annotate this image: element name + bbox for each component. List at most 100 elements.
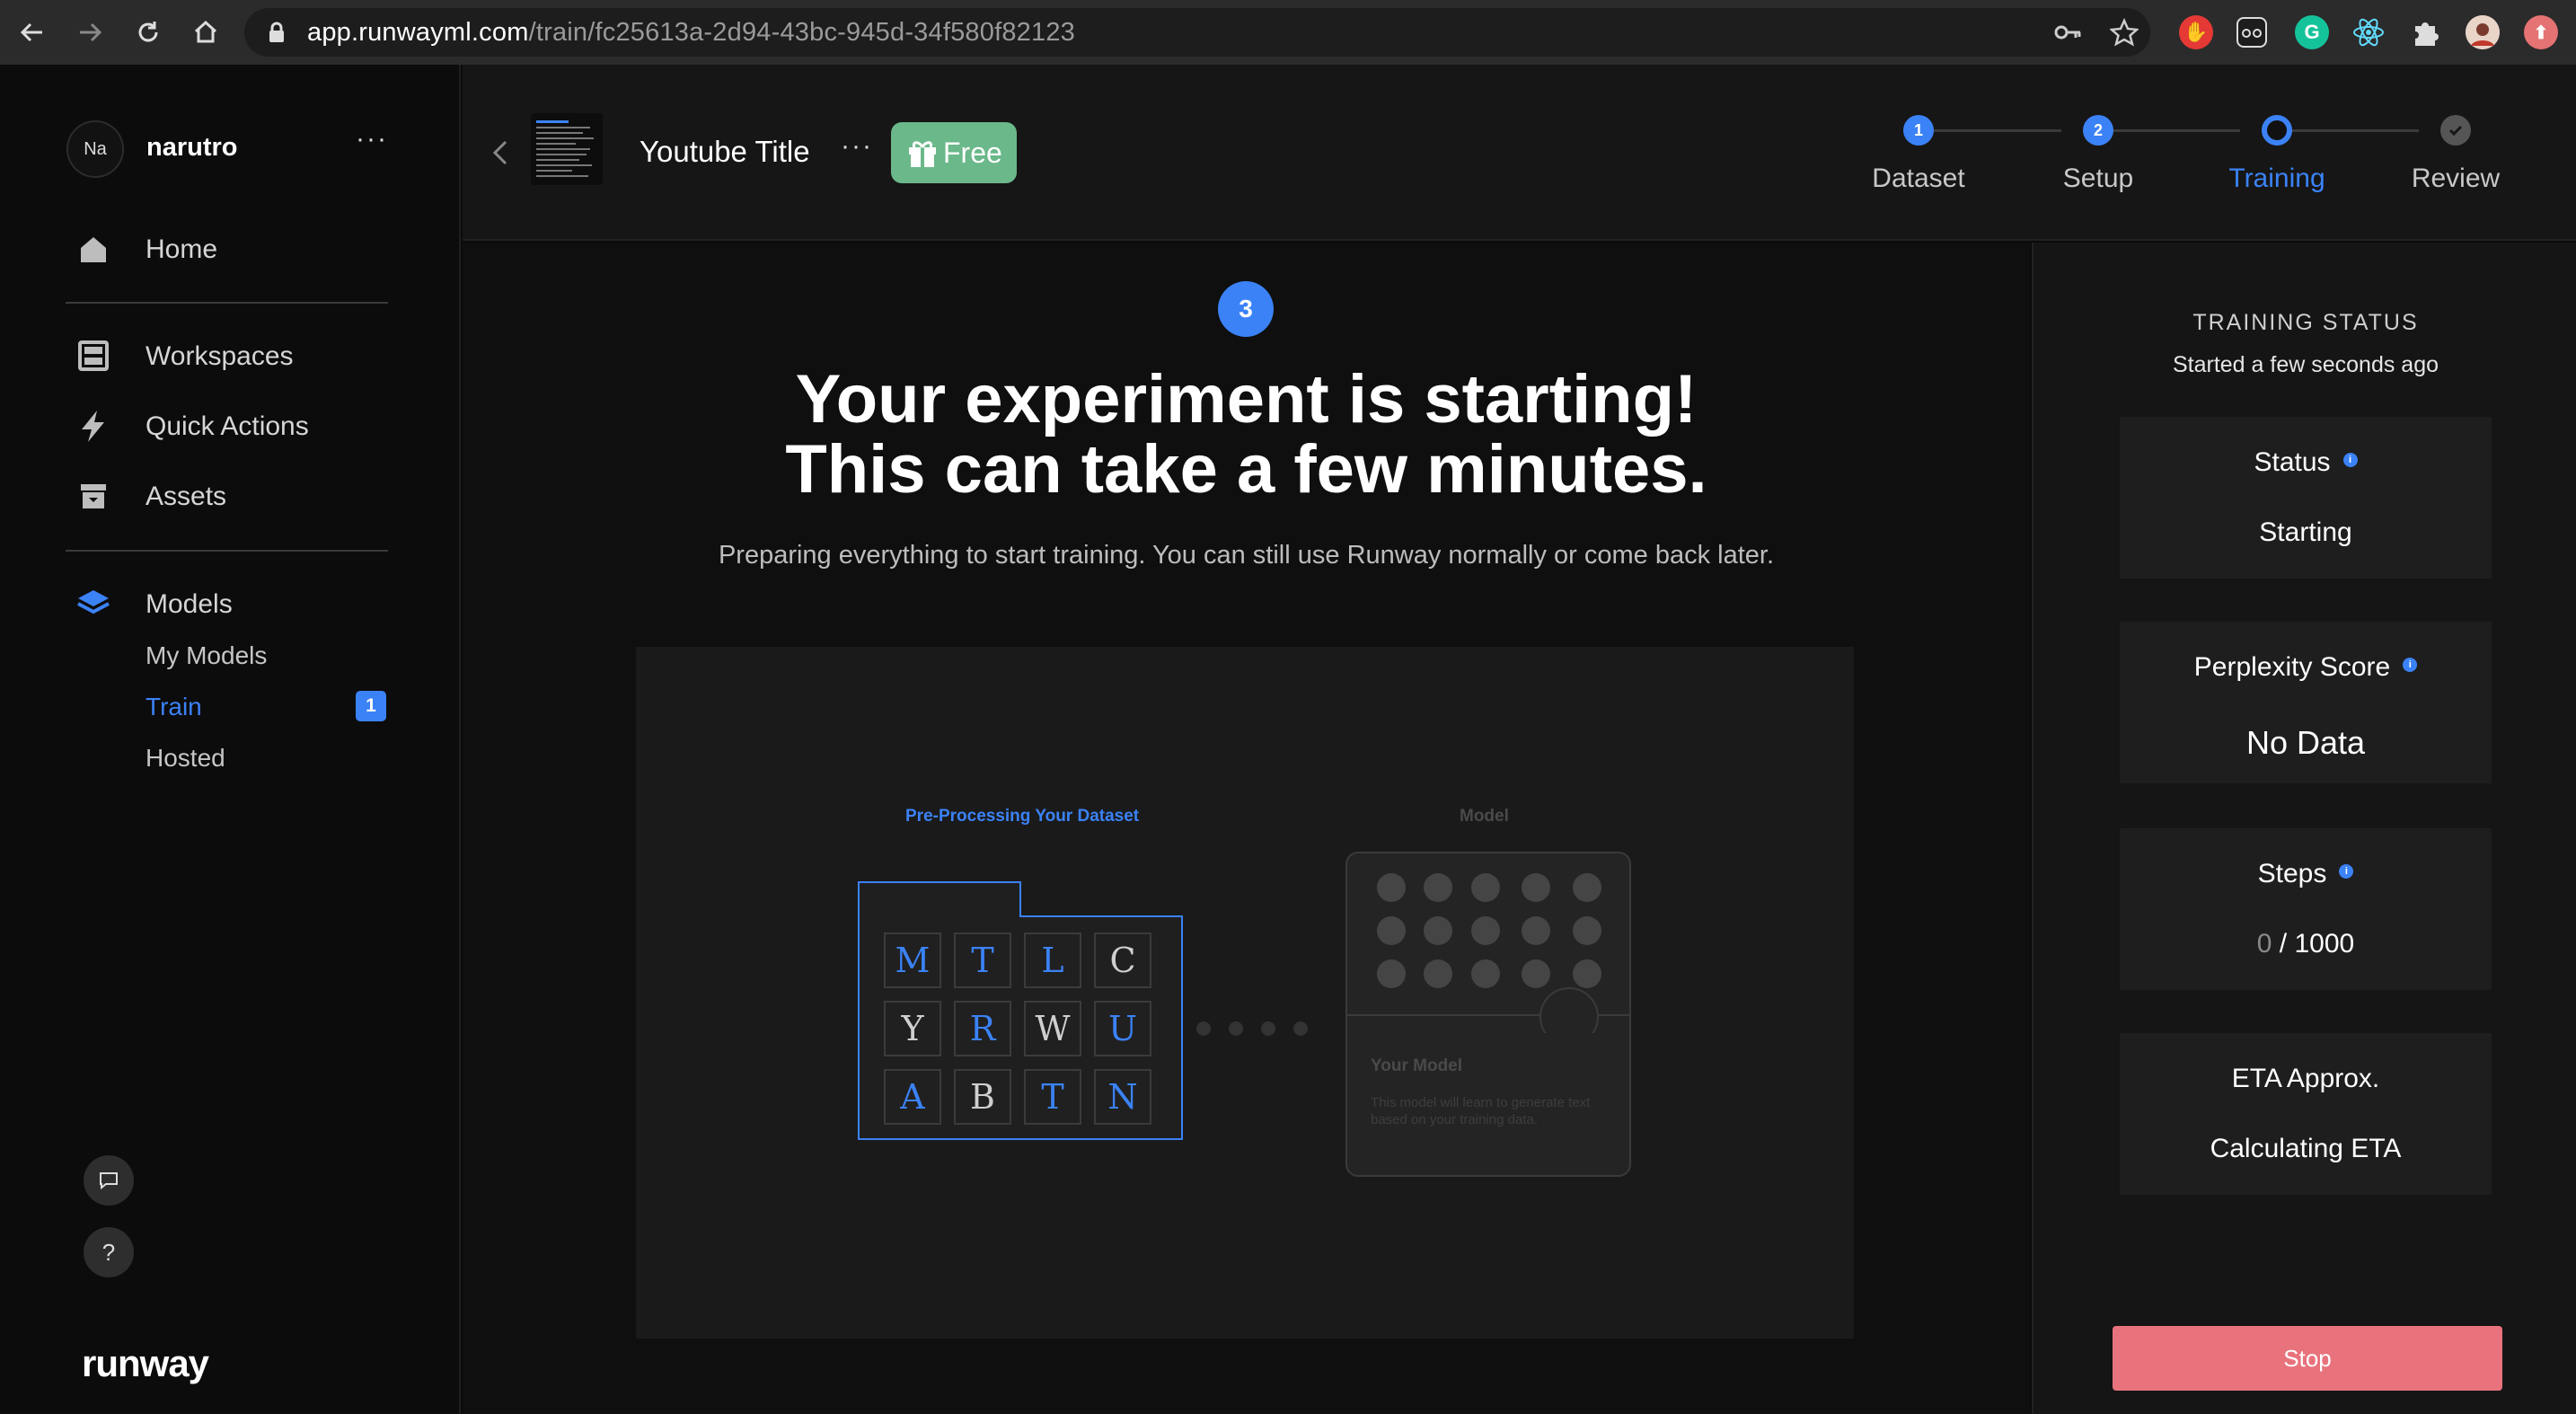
info-icon[interactable]: i — [2342, 453, 2358, 468]
perplexity-value: No Data — [2245, 724, 2366, 761]
dataset-letter-cell: Y — [884, 1001, 941, 1056]
model-card: Your Model This model will learn to gene… — [1345, 852, 1631, 1177]
react-devtools-icon[interactable] — [2351, 15, 2386, 54]
sidebar-item-home[interactable]: Home — [146, 234, 217, 265]
step-review-check-icon[interactable] — [2440, 115, 2471, 146]
adblock-extension-icon[interactable]: ✋ — [2179, 15, 2213, 49]
dataset-letter-cell: T — [1024, 1069, 1081, 1125]
profile-avatar-icon[interactable] — [2466, 15, 2500, 49]
eta-card: ETA Approx. Calculating ETA — [2120, 1033, 2492, 1195]
dataset-letter-cell: B — [954, 1069, 1011, 1125]
train-count-badge: 1 — [356, 691, 386, 721]
help-button[interactable]: ? — [84, 1227, 134, 1277]
dataset-letter-cell: L — [1024, 932, 1081, 988]
dataset-letter-cell: R — [954, 1001, 1011, 1056]
model-label: Model — [1460, 807, 1509, 826]
headline-line-1: Your experiment is starting! — [795, 361, 1698, 437]
main-content: 3 Your experiment is starting! This can … — [463, 243, 2030, 1414]
chat-icon[interactable] — [84, 1155, 134, 1206]
training-illustration: Pre-Processing Your Dataset Model MTLCYR… — [636, 647, 1854, 1339]
project-header: Youtube Title ··· Free 1 2 Dataset Setup… — [463, 65, 2576, 241]
forward-arrow-icon[interactable] — [74, 16, 106, 49]
grammarly-extension-icon[interactable]: G — [2295, 15, 2329, 49]
page-subtext: Preparing everything to start training. … — [718, 541, 1775, 570]
sidebar: Na narutro ··· Home Workspaces Quick Act… — [0, 65, 461, 1414]
dataset-letter-cell: M — [884, 932, 941, 988]
steps-value: 0 / 1000 — [2256, 929, 2355, 959]
model-card-description: This model will learn to generate text b… — [1371, 1095, 1591, 1127]
project-thumbnail[interactable] — [531, 113, 603, 185]
divider — [66, 302, 388, 304]
sidebar-item-assets[interactable]: Assets — [146, 482, 226, 512]
dataset-letter-cell: N — [1094, 1069, 1151, 1125]
eta-label: ETA Approx. — [2231, 1064, 2380, 1093]
panel-title: TRAINING STATUS — [2192, 310, 2419, 335]
preprocessing-label: Pre-Processing Your Dataset — [905, 807, 1140, 826]
key-icon[interactable] — [2053, 20, 2082, 49]
project-title[interactable]: Youtube Title — [640, 135, 810, 169]
layers-icon — [75, 586, 111, 622]
eta-value: Calculating ETA — [2210, 1134, 2402, 1163]
sidebar-item-my-models[interactable]: My Models — [146, 641, 267, 670]
user-menu-more-icon[interactable]: ··· — [356, 124, 388, 155]
panel-subtitle: Started a few seconds ago — [2172, 352, 2439, 377]
step-review-label[interactable]: Review — [2412, 163, 2500, 194]
headline-line-2: This can take a few minutes. — [785, 431, 1707, 508]
back-arrow-icon[interactable] — [16, 16, 49, 49]
dataset-letter-cell: W — [1024, 1001, 1081, 1056]
page-headline: Your experiment is starting! This can ta… — [463, 365, 2030, 505]
info-icon[interactable]: i — [2403, 658, 2418, 673]
status-label: Status i — [2120, 447, 2492, 478]
step-connector — [2113, 129, 2240, 132]
divider — [66, 550, 388, 552]
sidebar-item-train[interactable]: Train — [146, 693, 202, 721]
extensions-puzzle-icon[interactable] — [2410, 17, 2440, 52]
home-icon — [75, 232, 111, 268]
steps-card: Steps i 0 / 1000 — [2120, 828, 2492, 990]
dataset-letter-cell: T — [954, 932, 1011, 988]
model-card-title: Your Model — [1371, 1056, 1463, 1075]
lock-icon — [268, 22, 286, 48]
update-icon[interactable]: ⬆ — [2524, 15, 2558, 49]
gift-icon — [909, 141, 936, 167]
steps-label: Steps i — [2120, 859, 2492, 889]
assets-icon — [75, 478, 111, 514]
star-icon[interactable] — [2108, 17, 2140, 51]
status-card: Status i Starting — [2120, 417, 2492, 579]
url-text[interactable]: app.runwayml.com/train/fc25613a-2d94-43b… — [307, 18, 1075, 48]
username[interactable]: narutro — [146, 133, 238, 163]
perplexity-label: Perplexity Score i — [2120, 652, 2492, 683]
dataset-letter-cell: U — [1094, 1001, 1151, 1056]
dataset-letter-cell: C — [1094, 932, 1151, 988]
back-chevron-icon[interactable] — [488, 137, 515, 169]
perplexity-card: Perplexity Score i No Data — [2120, 622, 2492, 783]
sidebar-item-workspaces[interactable]: Workspaces — [146, 341, 294, 372]
glasses-extension-icon[interactable] — [2236, 17, 2267, 48]
status-value: Starting — [2259, 517, 2352, 547]
step-setup-dot[interactable]: 2 — [2083, 115, 2113, 146]
avatar[interactable]: Na — [66, 120, 124, 178]
free-tag[interactable]: Free — [891, 122, 1017, 183]
step-dataset-label[interactable]: Dataset — [1872, 163, 1964, 194]
step-connector — [1932, 129, 2061, 132]
sidebar-item-hosted[interactable]: Hosted — [146, 744, 225, 773]
step-training-label[interactable]: Training — [2228, 163, 2325, 194]
model-neurons-icon — [1347, 873, 1629, 1033]
step-connector — [2291, 129, 2419, 132]
lightning-icon — [75, 408, 111, 444]
step-setup-label[interactable]: Setup — [2063, 163, 2133, 194]
reload-icon[interactable] — [132, 16, 164, 49]
browser-toolbar: app.runwayml.com/train/fc25613a-2d94-43b… — [0, 0, 2576, 65]
home-icon[interactable] — [190, 16, 222, 49]
info-icon[interactable]: i — [2339, 864, 2354, 879]
project-more-icon[interactable]: ··· — [841, 131, 873, 162]
sidebar-item-quick-actions[interactable]: Quick Actions — [146, 411, 309, 442]
step-dataset-dot[interactable]: 1 — [1903, 115, 1934, 146]
workspaces-icon — [75, 338, 111, 374]
sidebar-item-models[interactable]: Models — [146, 589, 233, 620]
dataset-letter-grid: MTLCYRWUABTN — [884, 932, 1151, 1125]
training-status-panel: TRAINING STATUS Started a few seconds ag… — [2032, 243, 2576, 1414]
stop-button[interactable]: Stop — [2113, 1326, 2502, 1391]
runway-logo: runway — [82, 1342, 209, 1384]
step-training-dot[interactable] — [2262, 115, 2292, 146]
